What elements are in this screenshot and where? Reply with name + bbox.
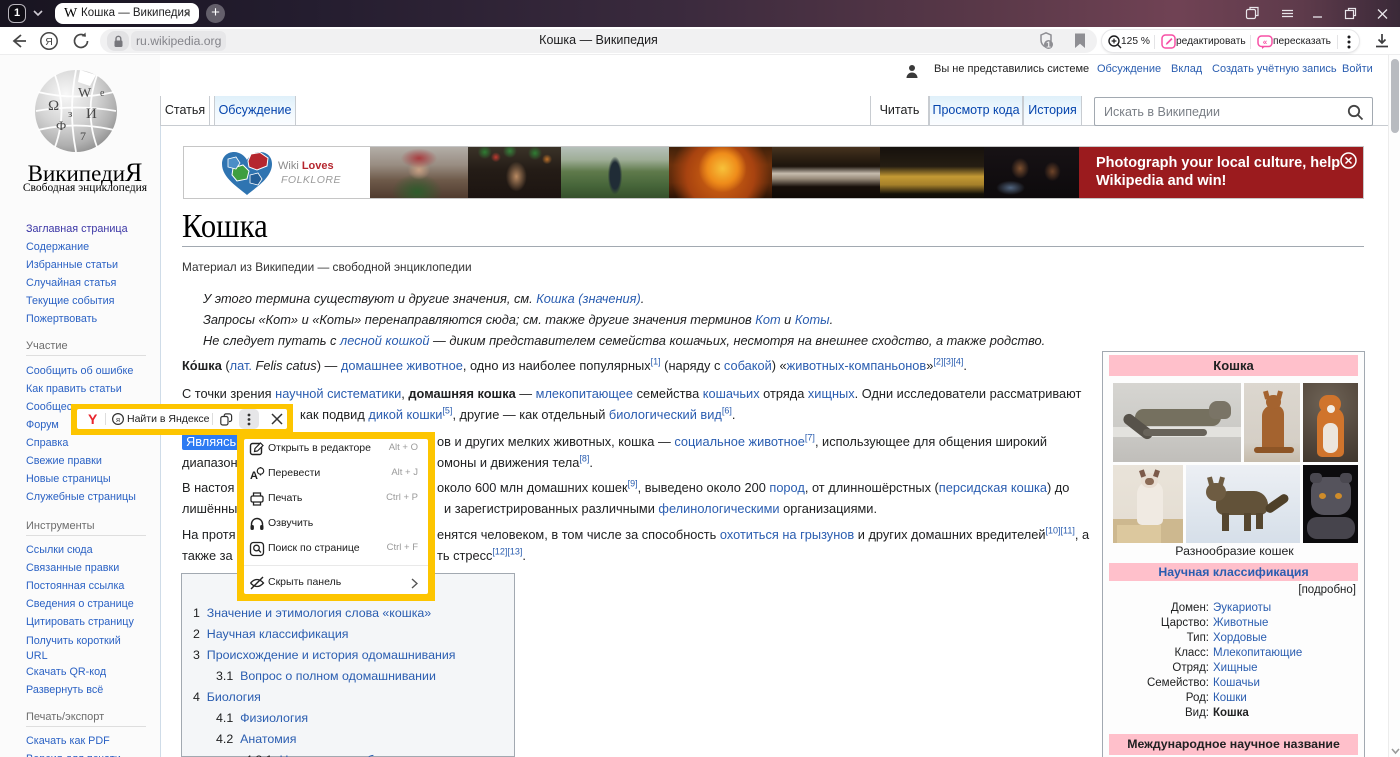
svg-text:з: з (68, 108, 72, 120)
svg-text:«: « (1263, 38, 1268, 47)
svg-text:1: 1 (1046, 40, 1051, 50)
svg-text:7: 7 (80, 129, 86, 143)
svg-text:Ω: Ω (48, 98, 59, 114)
svg-text:я: я (116, 415, 120, 424)
svg-text:Ф: Ф (56, 118, 66, 133)
svg-text:Я: Я (45, 36, 53, 48)
svg-text:И: И (86, 106, 97, 122)
svg-text:W: W (78, 86, 92, 101)
svg-text:е: е (100, 88, 105, 99)
